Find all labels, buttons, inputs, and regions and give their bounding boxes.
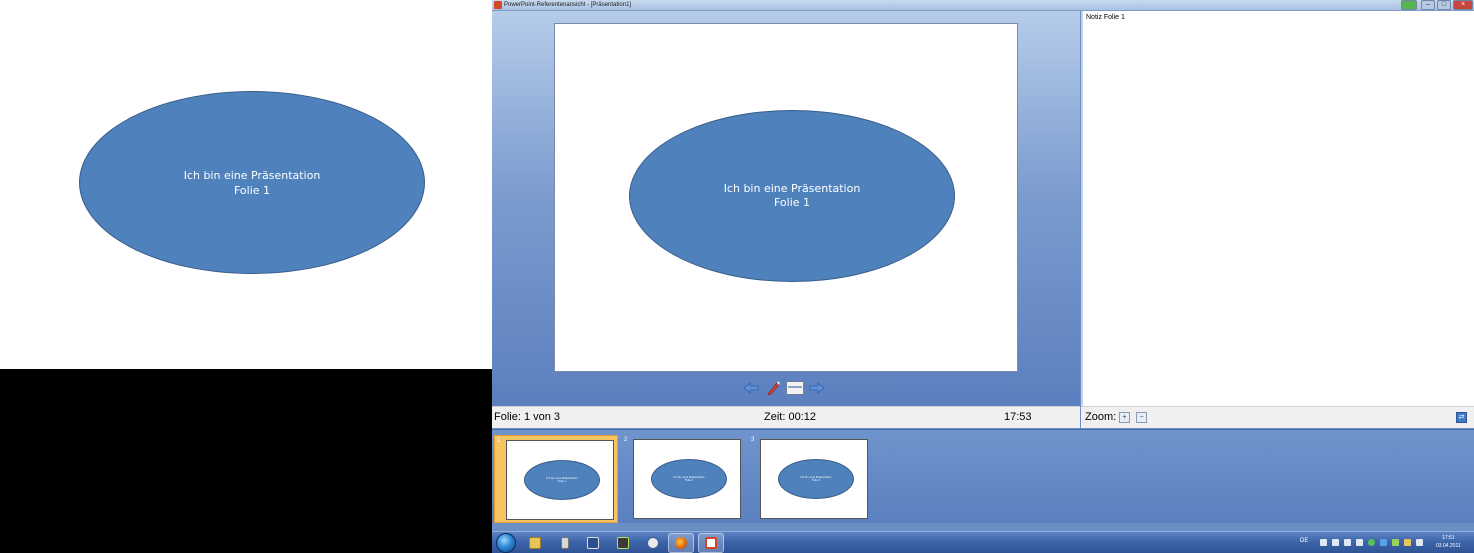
zoom-in-icon: + — [1122, 414, 1127, 421]
speaker-note-text: Notiz Folie 1 — [1086, 14, 1125, 21]
thumbnail-number: 1 — [497, 438, 501, 444]
slide-navigation-toolbar — [742, 379, 826, 397]
volume-icon[interactable] — [1356, 539, 1363, 546]
flag-icon[interactable] — [1320, 539, 1327, 546]
next-slide-button[interactable] — [808, 380, 826, 396]
elapsed-time[interactable]: Zeit: 00:12 — [764, 411, 816, 423]
bluetooth-icon[interactable] — [1416, 539, 1423, 546]
slide-thumbnail-3[interactable]: 3 Ich bin eine Präsentation Folie 3 — [749, 435, 873, 523]
thumbnail-ellipse-shape: Ich bin eine Präsentation Folie 2 — [651, 459, 727, 499]
taskbar-date: 03.04.2011 — [1436, 543, 1461, 549]
thumbnail-number: 2 — [624, 437, 628, 443]
audience-slide-view: Ich bin eine Präsentation Folie 1 — [0, 0, 492, 369]
window-title: PowerPoint-Referentenansicht - [Präsenta… — [504, 2, 632, 8]
wifi-icon[interactable] — [1332, 539, 1339, 546]
close-button[interactable]: × — [1453, 0, 1473, 10]
powerpoint-icon — [705, 537, 717, 549]
windows-taskbar: DE 17:51 03.04.2011 — [492, 531, 1474, 553]
slide-ellipse-shape: Ich bin eine Präsentation Folie 1 — [79, 91, 425, 274]
toggle-pane-button[interactable]: ⇄ — [1456, 412, 1467, 423]
thumbnail-number: 3 — [751, 437, 755, 443]
speaker-notes-pane[interactable]: Notiz Folie 1 — [1081, 11, 1474, 406]
security-icon[interactable] — [1368, 539, 1375, 546]
save-icon — [587, 537, 599, 549]
firefox-icon — [675, 537, 687, 549]
presenter-status-bar: Folie: 1 von 3 Zeit: 00:12 17:53 — [492, 406, 1080, 428]
powerpoint-app-icon — [494, 1, 502, 9]
notes-zoom-bar: Zoom: + − ⇄ — [1081, 406, 1474, 428]
system-tray: DE 17:51 03.04.2011 — [1296, 532, 1474, 553]
update-icon[interactable] — [1380, 539, 1387, 546]
taskbar-usb[interactable] — [552, 533, 578, 553]
unused-screen-area — [0, 369, 492, 553]
slide-thumbnail-strip: 1 Ich bin eine Präsentation Folie 1 2 Ic… — [492, 429, 1474, 523]
slide-counter: Folie: 1 von 3 — [494, 411, 561, 423]
thumbnail-ellipse-shape: Ich bin eine Präsentation Folie 1 — [524, 460, 600, 500]
thumbnail-text-line-2: Folie 1 — [557, 480, 567, 483]
slide-ellipse-shape: Ich bin eine Präsentation Folie 1 — [629, 110, 955, 282]
taskbar-media[interactable] — [640, 533, 666, 553]
device-icon[interactable] — [1392, 539, 1399, 546]
slide-text-line-2: Folie 1 — [773, 196, 811, 209]
network-tray-icon[interactable] — [1344, 539, 1351, 546]
minimize-button[interactable]: – — [1421, 0, 1435, 10]
slide-thumbnail-2[interactable]: 2 Ich bin eine Präsentation Folie 2 — [622, 435, 746, 523]
zoom-out-button[interactable]: − — [1136, 412, 1147, 423]
next-icon — [809, 382, 825, 394]
pen-button[interactable] — [764, 380, 782, 396]
thumbnail-text-line-2: Folie 2 — [684, 479, 694, 482]
zoom-in-button[interactable]: + — [1119, 412, 1130, 423]
thumbnail-slide: Ich bin eine Präsentation Folie 1 — [506, 440, 614, 520]
menu-icon — [786, 381, 804, 395]
taskbar-explorer[interactable] — [522, 533, 548, 553]
pen-icon — [767, 381, 780, 396]
restore-presentation-button[interactable] — [1401, 0, 1417, 10]
taskbar-save[interactable] — [580, 533, 606, 553]
window-titlebar[interactable]: PowerPoint-Referentenansicht - [Präsenta… — [492, 0, 1474, 11]
taskbar-powerpoint[interactable] — [698, 533, 724, 553]
maximize-button[interactable]: □ — [1437, 0, 1451, 10]
current-slide-stage: Ich bin eine Präsentation Folie 1 — [492, 11, 1080, 406]
power-icon[interactable] — [1404, 539, 1411, 546]
network-icon — [617, 537, 629, 549]
taskbar-network[interactable] — [610, 533, 636, 553]
current-slide[interactable]: Ich bin eine Präsentation Folie 1 — [554, 23, 1018, 372]
media-icon — [647, 537, 659, 549]
zoom-out-icon: − — [1139, 414, 1144, 421]
previous-slide-button[interactable] — [742, 380, 760, 396]
toggle-pane-icon: ⇄ — [1458, 414, 1465, 421]
slide-thumbnail-1[interactable]: 1 Ich bin eine Präsentation Folie 1 — [494, 435, 618, 523]
slide-menu-button[interactable] — [786, 380, 804, 396]
zoom-label: Zoom: — [1085, 411, 1117, 423]
clock: 17:53 — [1004, 411, 1032, 423]
language-indicator[interactable]: DE — [1300, 538, 1308, 544]
taskbar-clock[interactable]: 17:51 03.04.2011 — [1436, 534, 1461, 550]
thumbnail-text-line-2: Folie 3 — [811, 479, 821, 482]
explorer-icon — [529, 537, 541, 549]
taskbar-time: 17:51 — [1442, 535, 1455, 541]
thumbnail-slide: Ich bin eine Präsentation Folie 2 — [633, 439, 741, 519]
slide-text-line-1: Ich bin eine Präsentation — [723, 182, 861, 195]
slide-text-line-1: Ich bin eine Präsentation — [183, 168, 321, 182]
slide-text-line-2: Folie 1 — [233, 183, 271, 197]
usb-icon — [561, 537, 569, 549]
thumbnail-slide: Ich bin eine Präsentation Folie 3 — [760, 439, 868, 519]
taskbar-firefox[interactable] — [668, 533, 694, 553]
presenter-view-window: PowerPoint-Referentenansicht - [Präsenta… — [492, 0, 1474, 553]
thumbnail-ellipse-shape: Ich bin eine Präsentation Folie 3 — [778, 459, 854, 499]
previous-icon — [743, 382, 759, 394]
start-button[interactable] — [496, 533, 516, 553]
